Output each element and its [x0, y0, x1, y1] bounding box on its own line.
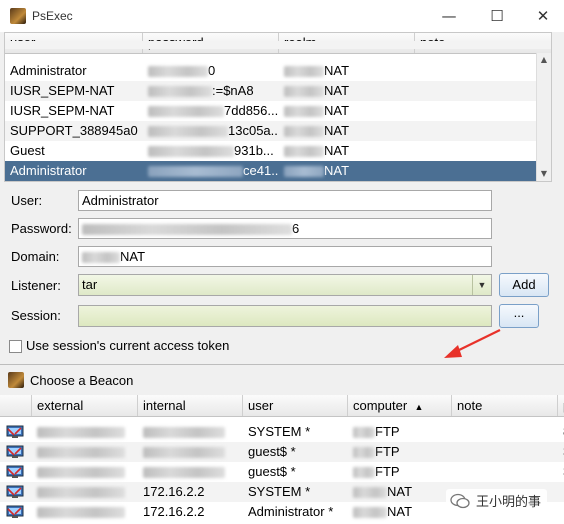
- beacon-session-icon: [6, 425, 24, 438]
- table-row[interactable]: Guest 931b... NAT: [5, 141, 551, 161]
- cell-realm: NAT: [279, 161, 415, 181]
- wechat-icon: [450, 493, 470, 508]
- column-header-icon[interactable]: [0, 395, 32, 416]
- cell-internal: 172.16.2.2: [143, 484, 205, 499]
- cell-user: guest$ *: [248, 444, 296, 459]
- cell-external: [32, 502, 138, 522]
- sort-ascending-icon: ▲: [414, 402, 424, 412]
- beacon-session-icon: [6, 465, 24, 478]
- cell-external: [32, 462, 138, 482]
- cell-user: Guest: [10, 143, 45, 158]
- cell-external: [32, 442, 138, 462]
- beacon-session-icon: [6, 485, 24, 498]
- table-row[interactable]: Administrator 0 NAT: [5, 61, 551, 81]
- password-field[interactable]: 6: [78, 218, 492, 239]
- psexec-window: PsExec — ☐ ✕ user password realm ▲ note …: [0, 0, 564, 364]
- cell-pid: 3: [558, 442, 564, 462]
- column-header-internal[interactable]: internal: [138, 395, 243, 416]
- vertical-scrollbar[interactable]: ▲ ▼: [536, 53, 551, 181]
- listener-select[interactable]: tar ▼: [78, 274, 492, 296]
- cell-password: 0: [143, 61, 279, 81]
- column-header-user[interactable]: user: [243, 395, 348, 416]
- column-header-note[interactable]: note: [452, 395, 558, 416]
- table-row[interactable]: IUSR_SEPM-NAT 7dd856... NAT: [5, 101, 551, 121]
- scroll-down-icon[interactable]: ▼: [537, 167, 551, 181]
- cell-internal: [138, 442, 243, 462]
- session-field[interactable]: [78, 305, 492, 327]
- cell-internal: [138, 422, 243, 442]
- column-header-pid[interactable]: p: [558, 395, 564, 416]
- table-row[interactable]: [5, 41, 551, 49]
- cell-computer: NAT: [348, 482, 452, 502]
- beacon-title-bar: Choose a Beacon: [0, 365, 564, 395]
- app-icon: [10, 8, 26, 24]
- cell-realm: NAT: [279, 141, 415, 161]
- cell-computer: FTP: [348, 462, 452, 482]
- cell-user: IUSR_SEPM-NAT: [10, 103, 115, 118]
- cell-password: 7dd856...: [143, 101, 279, 121]
- title-bar: PsExec — ☐ ✕: [0, 0, 564, 32]
- column-header-external[interactable]: external: [32, 395, 138, 416]
- cell-pid: [558, 502, 564, 522]
- cell-user: SUPPORT_388945a0: [10, 123, 138, 138]
- beacon-session-icon: [6, 505, 24, 518]
- window-title: PsExec: [32, 9, 73, 23]
- cell-pid: 8: [558, 422, 564, 442]
- cell-user: IUSR_SEPM-NAT: [10, 83, 115, 98]
- maximize-button[interactable]: ☐: [474, 0, 520, 32]
- cell-user: guest$ *: [248, 464, 296, 479]
- chevron-down-icon[interactable]: ▼: [472, 275, 491, 295]
- cell-password: 13c05a...: [143, 121, 279, 141]
- access-token-label: Use session's current access token: [26, 338, 230, 353]
- beacon-table-header: external internal user computer ▲ note p: [0, 395, 564, 417]
- cell-user: SYSTEM *: [248, 424, 311, 439]
- app-icon: [8, 372, 24, 388]
- cell-user: Administrator: [10, 63, 87, 78]
- cell-computer: FTP: [348, 442, 452, 462]
- table-row[interactable]: IUSR_SEPM-NAT :=$nA8 NAT: [5, 81, 551, 101]
- minimize-button[interactable]: —: [426, 0, 472, 32]
- beacon-row[interactable]: SYSTEM * FTP 8: [0, 422, 564, 442]
- cell-user: SYSTEM *: [248, 484, 311, 499]
- cell-password: :=$nA8: [143, 81, 279, 101]
- password-label: Password:: [11, 221, 72, 236]
- watermark: 王小明的事: [446, 489, 548, 512]
- beacon-row[interactable]: guest$ * FTP 3: [0, 442, 564, 462]
- browse-session-button[interactable]: ...: [499, 304, 539, 328]
- domain-field[interactable]: NAT: [78, 246, 492, 267]
- session-label: Session:: [11, 308, 61, 323]
- cell-realm: NAT: [279, 81, 415, 101]
- cell-internal: [138, 462, 243, 482]
- domain-label: Domain:: [11, 249, 60, 264]
- table-row[interactable]: Administrator ce41... NAT: [5, 161, 551, 181]
- cell-pid: 3: [558, 462, 564, 482]
- cell-realm: NAT: [279, 101, 415, 121]
- cell-password: 931b...: [143, 141, 279, 161]
- cell-realm: NAT: [279, 121, 415, 141]
- beacon-session-icon: [6, 445, 24, 458]
- user-label: User:: [11, 193, 43, 208]
- cell-password: ce41...: [143, 161, 279, 181]
- scroll-up-icon[interactable]: ▲: [537, 53, 551, 67]
- watermark-text: 王小明的事: [476, 495, 542, 510]
- cell-external: [32, 482, 138, 502]
- user-field[interactable]: Administrator: [78, 190, 492, 211]
- table-row[interactable]: SUPPORT_388945a0 13c05a... NAT: [5, 121, 551, 141]
- cell-user: Administrator *: [248, 504, 334, 519]
- cell-internal: 172.16.2.2: [143, 504, 205, 519]
- beacon-row[interactable]: guest$ * FTP 3: [0, 462, 564, 482]
- credentials-table[interactable]: user password realm ▲ note Administrator…: [4, 32, 552, 182]
- cell-computer: NAT: [348, 502, 452, 522]
- cell-user: Administrator: [10, 163, 87, 178]
- close-button[interactable]: ✕: [520, 0, 564, 32]
- column-header-computer[interactable]: computer ▲: [348, 395, 452, 416]
- cell-pid: [558, 482, 564, 502]
- beacon-window-title: Choose a Beacon: [30, 372, 134, 388]
- access-token-checkbox[interactable]: [9, 340, 22, 353]
- cell-realm: NAT: [279, 61, 415, 81]
- cell-computer: FTP: [348, 422, 452, 442]
- listener-label: Listener:: [11, 278, 61, 293]
- cell-external: [32, 422, 138, 442]
- add-listener-button[interactable]: Add: [499, 273, 549, 297]
